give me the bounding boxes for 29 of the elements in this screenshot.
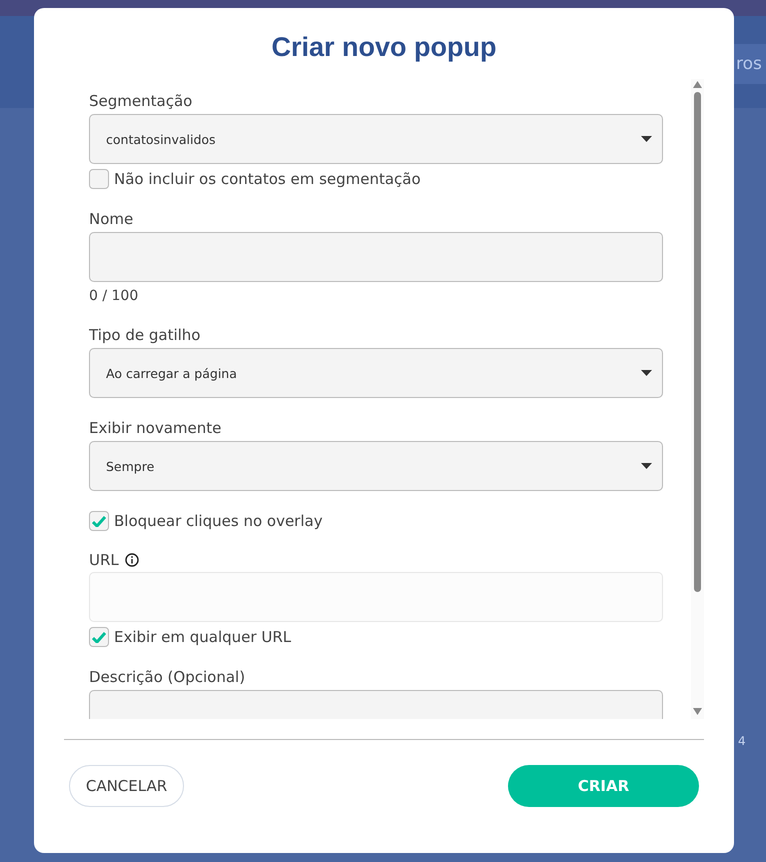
checkbox-label: Exibir em qualquer URL [114, 627, 292, 647]
scroll-up-icon[interactable] [693, 81, 702, 88]
caret-icon [641, 136, 652, 142]
field-label: Exibir novamente [89, 418, 222, 438]
field-label: URL [89, 551, 119, 569]
field-label: Descrição (Opcional) [89, 667, 246, 687]
select-value: Sempre [106, 458, 154, 474]
check-icon [92, 516, 106, 526]
check-icon [92, 632, 106, 642]
checkbox[interactable] [89, 511, 109, 531]
select-field[interactable]: Sempre [89, 441, 663, 491]
select-field[interactable]: Ao carregar a página [89, 348, 663, 398]
page-number: 4 [738, 734, 746, 748]
dialog-title: Criar novo popup [272, 32, 496, 63]
scroll-down-icon[interactable] [693, 708, 702, 715]
checkbox-label: Não incluir os contatos em segmentação [114, 169, 421, 189]
text-field[interactable] [89, 232, 663, 282]
cancel-button[interactable]: CANCELAR [69, 765, 184, 807]
checkbox[interactable] [89, 169, 109, 189]
checkbox-label: Bloquear cliques no overlay [114, 511, 323, 531]
caret-icon [641, 370, 652, 376]
field-label: Segmentação [89, 91, 192, 111]
field-label: Nome [89, 209, 134, 229]
field-label: Tipo de gatilho [89, 325, 200, 345]
caret-icon [641, 463, 652, 469]
character-counter: 0 / 100 [89, 287, 138, 305]
select-value: Ao carregar a página [106, 366, 237, 380]
select-value: contatosinvalidos [106, 132, 216, 146]
select-field[interactable]: contatosinvalidos [89, 114, 663, 164]
